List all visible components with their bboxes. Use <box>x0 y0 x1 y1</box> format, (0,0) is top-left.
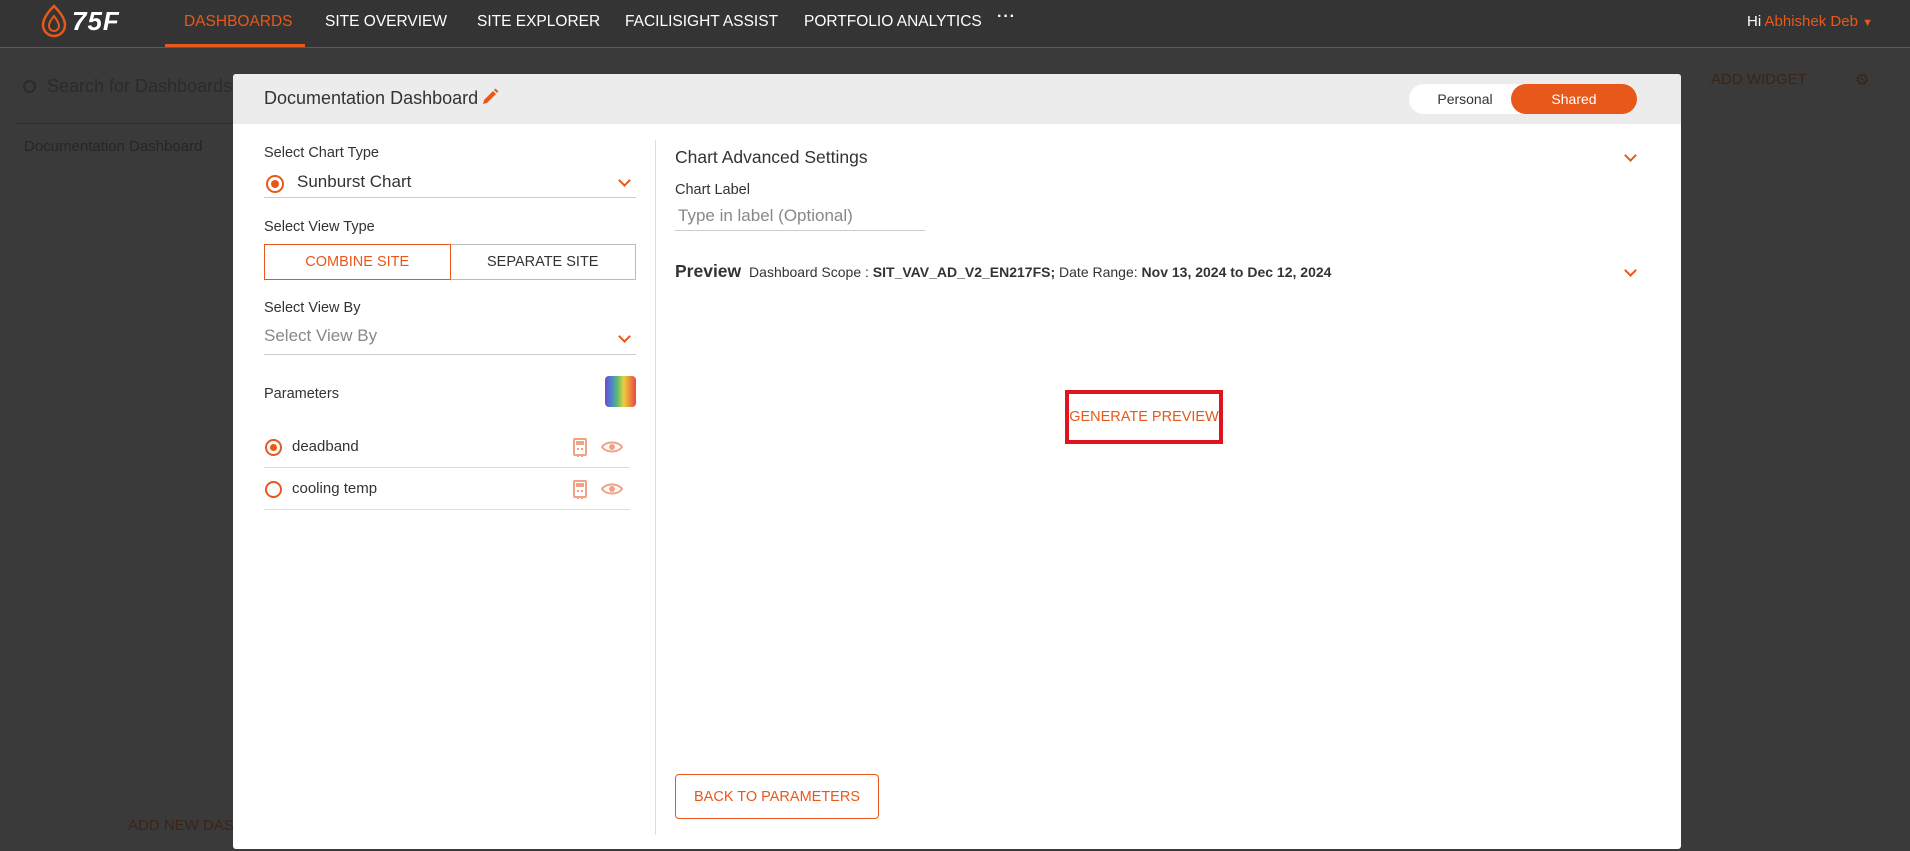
greeting-text: Hi <box>1747 13 1762 30</box>
view-type-segmented-control: COMBINE SITE SEPARATE SITE <box>264 244 636 280</box>
preview-title: Preview <box>675 261 742 281</box>
user-menu[interactable]: Hi Abhishek Deb ▼ <box>1747 13 1873 30</box>
dashboard-search-input: Search for Dashboards <box>47 76 233 96</box>
modal-header: Documentation Dashboard Personal Shared <box>233 74 1681 124</box>
date-range-value: Nov 13, 2024 to Dec 12, 2024 <box>1141 264 1332 280</box>
scope-label: Dashboard Scope : <box>749 264 869 280</box>
add-new-dashboard-button: ADD NEW DAS <box>128 817 234 834</box>
parameter-radio[interactable] <box>265 481 282 498</box>
combine-site-button[interactable]: COMBINE SITE <box>264 244 451 280</box>
eye-icon[interactable] <box>601 440 623 454</box>
panel-divider <box>655 140 656 835</box>
dashboard-list-item: Documentation Dashboard <box>24 138 203 155</box>
chart-label-input[interactable] <box>675 201 925 231</box>
brand-logo[interactable]: 75F <box>40 4 120 38</box>
nav-portfolio-analytics[interactable]: PORTFOLIO ANALYTICS <box>804 13 982 31</box>
chevron-down-icon: ▼ <box>1862 17 1873 29</box>
advanced-settings-title: Chart Advanced Settings <box>675 147 868 167</box>
view-by-label: Select View By <box>264 300 361 316</box>
color-palette-icon[interactable] <box>605 376 636 407</box>
chevron-down-icon <box>618 174 631 187</box>
view-type-label: Select View Type <box>264 219 375 235</box>
date-range-label: Date Range: <box>1059 264 1138 280</box>
chevron-down-icon <box>618 330 631 343</box>
top-nav-bar: 75F DASHBOARDS SITE OVERVIEW SITE EXPLOR… <box>0 0 1910 48</box>
nav-site-overview[interactable]: SITE OVERVIEW <box>325 13 447 31</box>
toggle-personal[interactable]: Personal <box>1409 84 1521 114</box>
active-nav-indicator <box>165 44 305 47</box>
pencil-icon[interactable] <box>480 87 500 107</box>
view-by-placeholder: Select View By <box>264 326 378 345</box>
parameters-label: Parameters <box>264 386 339 402</box>
calculator-icon[interactable] <box>573 480 587 499</box>
nav-site-explorer[interactable]: SITE EXPLORER <box>477 13 600 31</box>
add-widget-button: ADD WIDGET <box>1711 71 1807 88</box>
parameter-radio[interactable] <box>265 439 282 456</box>
parameter-row[interactable]: deadband <box>264 426 630 468</box>
gear-icon: ⚙ <box>1855 72 1870 89</box>
chart-type-value: Sunburst Chart <box>297 172 412 191</box>
toggle-shared[interactable]: Shared <box>1511 84 1637 114</box>
search-underline <box>16 123 236 124</box>
eye-icon[interactable] <box>601 482 623 496</box>
scope-value: SIT_VAV_AD_V2_EN217FS; <box>872 264 1056 280</box>
generate-preview-button[interactable]: GENERATE PREVIEW <box>1065 390 1223 444</box>
nav-more-button[interactable]: ··· <box>997 8 1016 26</box>
modal-title: Documentation Dashboard <box>264 88 479 108</box>
chart-type-select[interactable]: Sunburst Chart <box>264 168 636 198</box>
parameter-label: cooling temp <box>292 480 378 497</box>
widget-config-modal: Documentation Dashboard Personal Shared … <box>233 74 1681 849</box>
flame-logo-icon <box>41 4 67 38</box>
visibility-toggle: Personal Shared <box>1409 84 1637 114</box>
parameter-label: deadband <box>292 438 359 455</box>
calculator-icon[interactable] <box>573 438 587 457</box>
search-icon <box>23 80 36 93</box>
view-by-select[interactable]: Select View By <box>264 323 636 355</box>
parameter-row[interactable]: cooling temp <box>264 468 630 510</box>
nav-dashboards[interactable]: DASHBOARDS <box>184 13 293 31</box>
chevron-down-icon[interactable] <box>1624 264 1637 277</box>
separate-site-button[interactable]: SEPARATE SITE <box>450 244 636 280</box>
nav-facilisight-assist[interactable]: FACILISIGHT ASSIST <box>625 13 778 31</box>
sunburst-chart-icon <box>266 175 284 193</box>
back-to-parameters-button[interactable]: BACK TO PARAMETERS <box>675 774 879 819</box>
chart-label-caption: Chart Label <box>675 182 750 198</box>
logo-text: 75F <box>72 5 120 36</box>
chart-type-label: Select Chart Type <box>264 145 379 161</box>
user-name: Abhishek Deb <box>1764 13 1858 30</box>
preview-header: Preview Dashboard Scope : SIT_VAV_AD_V2_… <box>675 261 1331 282</box>
chevron-down-icon[interactable] <box>1624 149 1637 162</box>
